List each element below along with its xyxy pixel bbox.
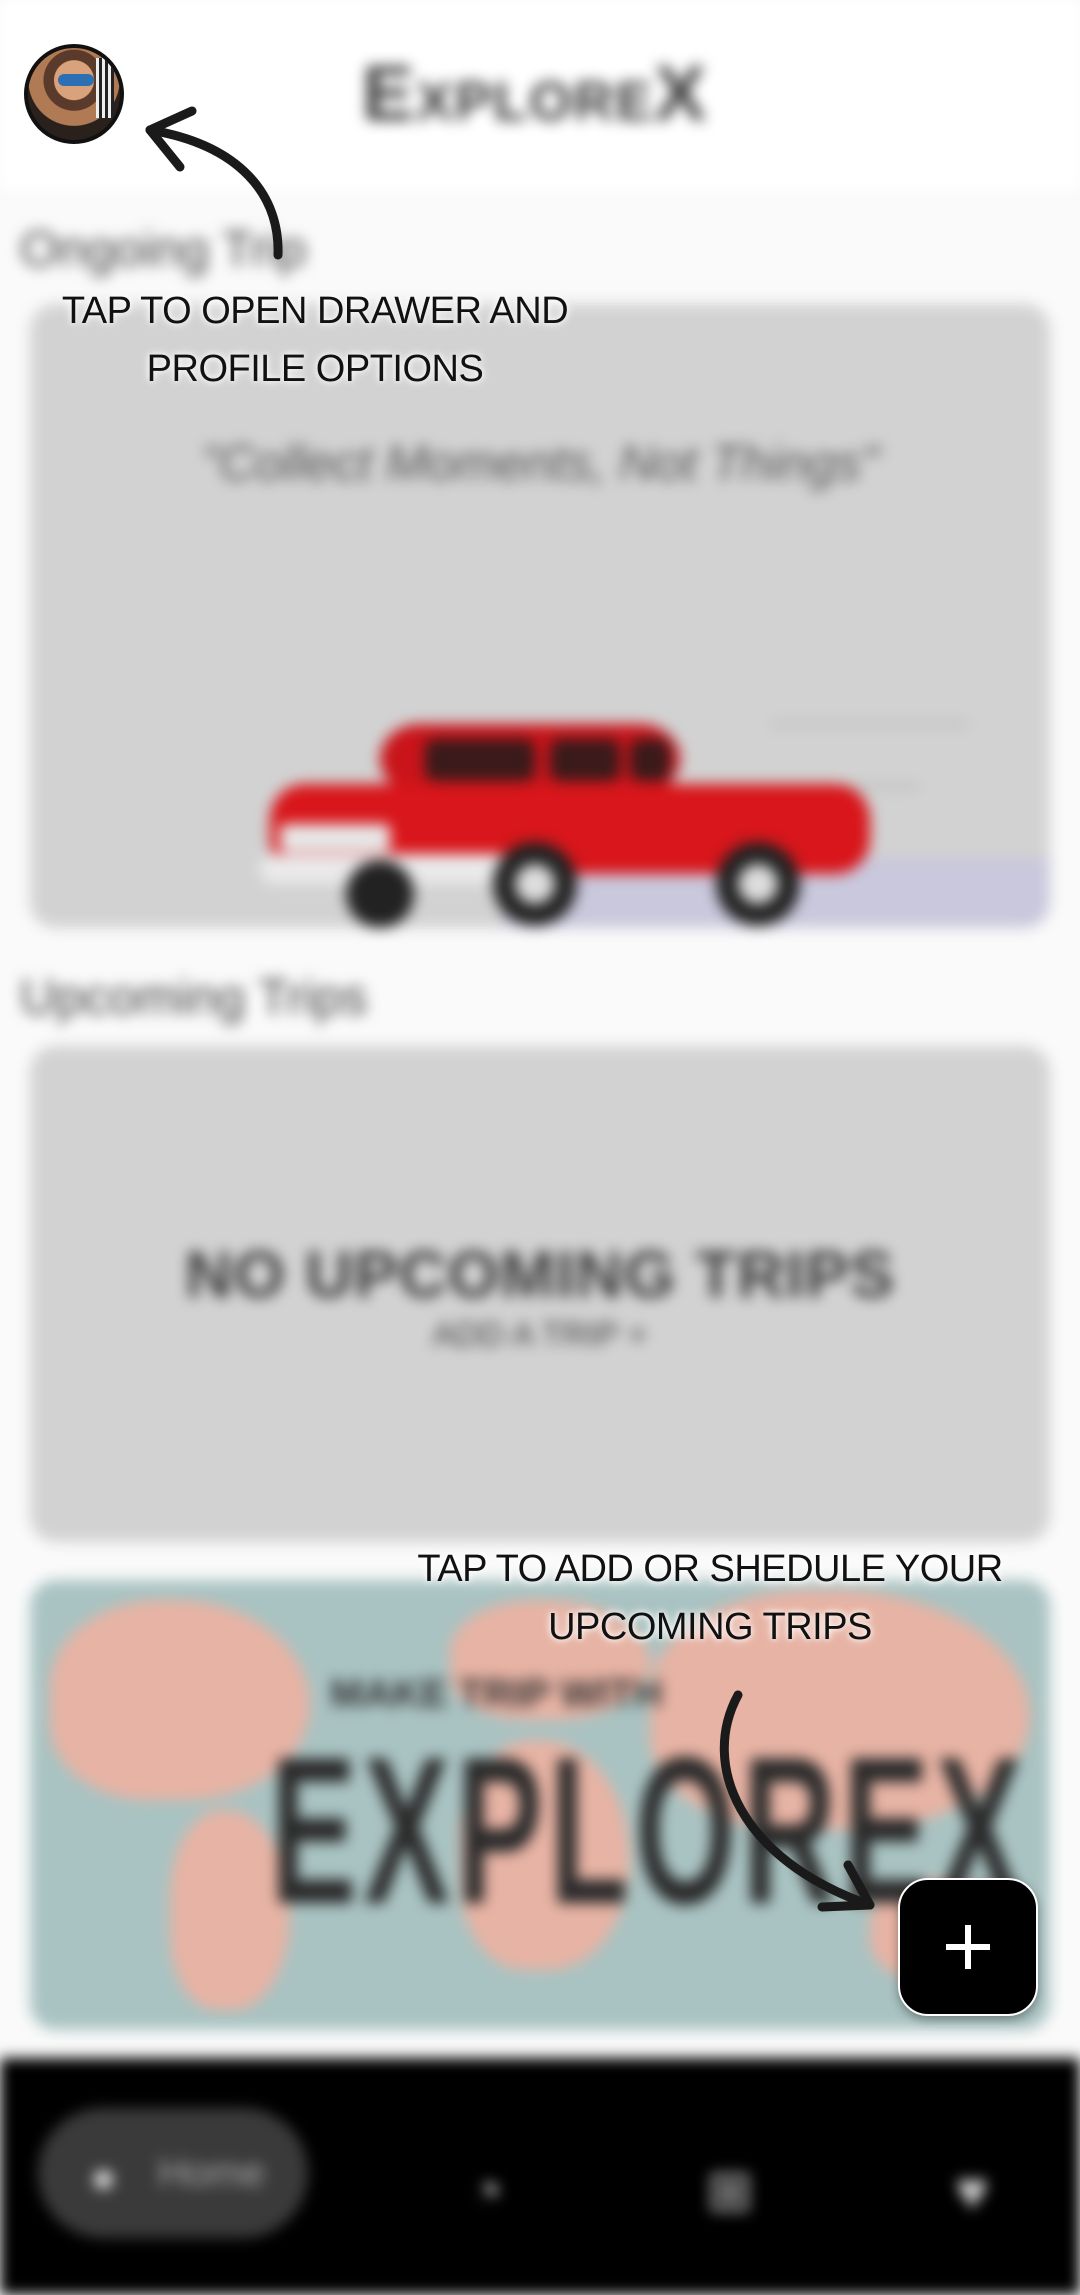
- history-icon[interactable]: ◔: [446, 2158, 526, 2223]
- add-hint-line2: UPCOMING TRIPS: [548, 1606, 872, 1648]
- trip-quote: "Collect Moments, Not Things": [201, 435, 879, 491]
- drawer-hint-arrow-icon: [145, 106, 283, 260]
- add-hint-line1: TAP TO ADD OR SHEDULE YOUR: [417, 1548, 1003, 1590]
- no-upcoming-trips-text: NO UPCOMING TRIPS: [184, 1237, 896, 1311]
- add-trip-fab[interactable]: [898, 1878, 1038, 2016]
- drawer-hint: TAP TO OPEN DRAWER AND PROFILE OPTIONS: [60, 282, 570, 398]
- red-car-illustration: [260, 724, 870, 928]
- plus-icon: [946, 1925, 990, 1969]
- bottom-navigation: ● Home ◔ ⊞ ♥: [0, 2058, 1080, 2295]
- upcoming-trips-heading: Upcoming Trips: [20, 969, 368, 1025]
- drawer-hint-line2: PROFILE OPTIONS: [146, 348, 484, 390]
- upcoming-trips-card[interactable]: NO UPCOMING TRIPS ADD A TRIP +: [30, 1046, 1050, 1542]
- nav-home-button[interactable]: ● Home: [38, 2108, 308, 2238]
- avatar-detail: [58, 74, 94, 86]
- add-trip-hint: ADD A TRIP +: [432, 1316, 648, 1354]
- drawer-hint-line1: TAP TO OPEN DRAWER AND: [61, 290, 569, 332]
- favorite-icon[interactable]: ♥: [932, 2158, 1012, 2223]
- profile-avatar[interactable]: [24, 44, 124, 144]
- add-hint-arrow-icon: [719, 1690, 875, 1912]
- avatar-background-stripes: [96, 58, 114, 118]
- home-icon: ●: [90, 2153, 117, 2202]
- app-title: ExploreX: [362, 49, 709, 137]
- nav-home-label: Home: [158, 2151, 265, 2195]
- add-box-icon[interactable]: ⊞: [690, 2158, 770, 2224]
- add-trip-hint-overlay: TAP TO ADD OR SHEDULE YOUR UPCOMING TRIP…: [380, 1540, 1040, 1656]
